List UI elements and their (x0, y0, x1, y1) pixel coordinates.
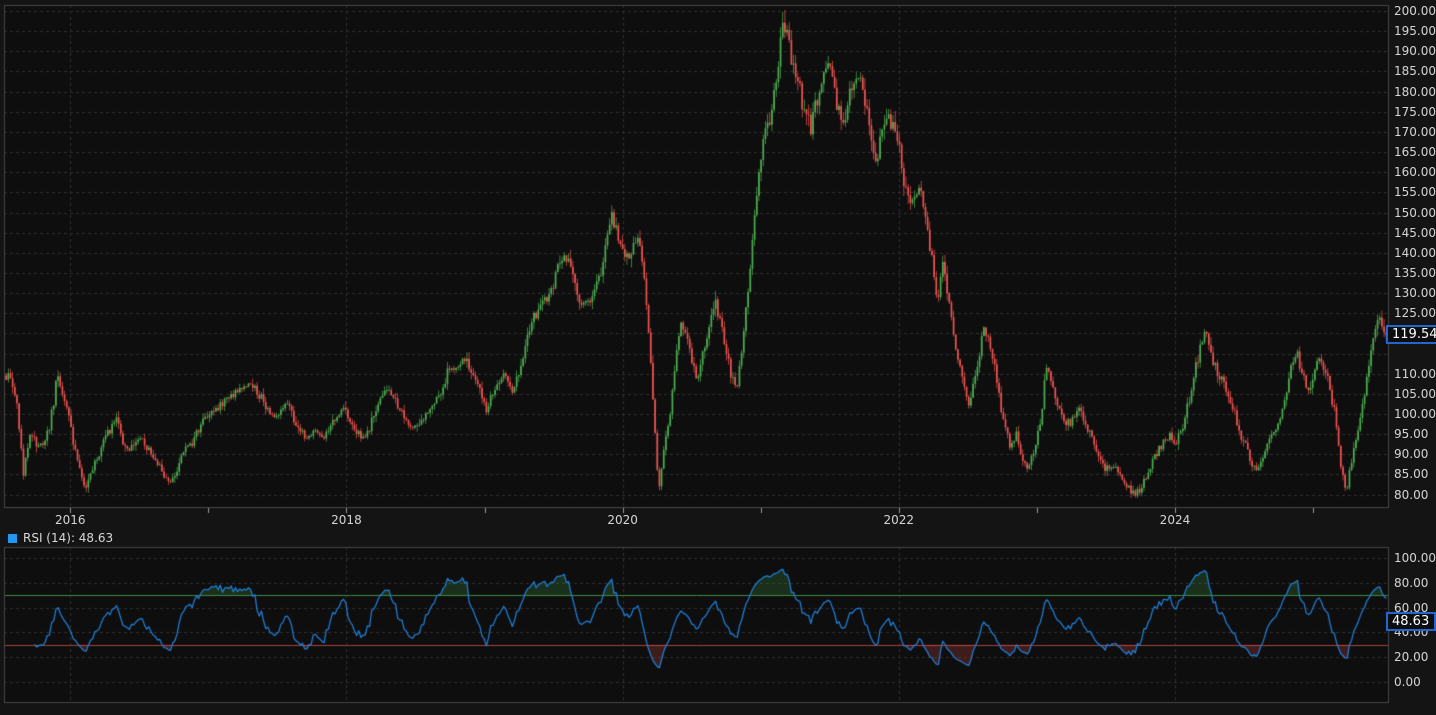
price-tick-label: 85.00 (1394, 467, 1428, 481)
price-tick-label: 110.00 (1394, 367, 1436, 381)
price-tick-label: 105.00 (1394, 387, 1436, 401)
price-tick-label: 135.00 (1394, 266, 1436, 280)
year-label: 2024 (1160, 513, 1191, 527)
rsi-color-swatch (8, 534, 17, 543)
rsi-legend-text: RSI (14): 48.63 (23, 531, 113, 545)
price-tick-label: 195.00 (1394, 24, 1436, 38)
price-tick-label: 140.00 (1394, 246, 1436, 260)
rsi-tick-label: 0.00 (1394, 675, 1421, 689)
price-tick-label: 170.00 (1394, 125, 1436, 139)
last-price-label: 119.54 (1386, 325, 1436, 344)
year-label: 2020 (607, 513, 638, 527)
price-tick-label: 95.00 (1394, 427, 1428, 441)
year-label: 2018 (331, 513, 362, 527)
price-tick-label: 155.00 (1394, 185, 1436, 199)
price-tick-label: 150.00 (1394, 206, 1436, 220)
year-label: 2022 (884, 513, 915, 527)
price-tick-label: 100.00 (1394, 407, 1436, 421)
rsi-legend[interactable]: RSI (14): 48.63 (8, 531, 113, 545)
price-tick-label: 160.00 (1394, 165, 1436, 179)
price-tick-label: 175.00 (1394, 105, 1436, 119)
price-tick-label: 185.00 (1394, 64, 1436, 78)
rsi-tick-label: 80.00 (1394, 576, 1428, 590)
price-tick-label: 90.00 (1394, 447, 1428, 461)
price-tick-label: 190.00 (1394, 44, 1436, 58)
price-tick-label: 180.00 (1394, 85, 1436, 99)
year-label: 2016 (55, 513, 86, 527)
price-tick-label: 145.00 (1394, 226, 1436, 240)
price-tick-label: 125.00 (1394, 306, 1436, 320)
rsi-value-label: 48.63 (1386, 612, 1436, 631)
price-tick-label: 200.00 (1394, 4, 1436, 18)
price-tick-label: 130.00 (1394, 286, 1436, 300)
price-tick-label: 80.00 (1394, 488, 1428, 502)
price-chart-canvas[interactable] (0, 0, 1436, 715)
price-tick-label: 165.00 (1394, 145, 1436, 159)
rsi-tick-label: 20.00 (1394, 650, 1428, 664)
rsi-tick-label: 100.00 (1394, 551, 1436, 565)
chart-window: 200.00 195.00 190.00 185.00 180.00 175.00 170.… (0, 0, 1436, 715)
